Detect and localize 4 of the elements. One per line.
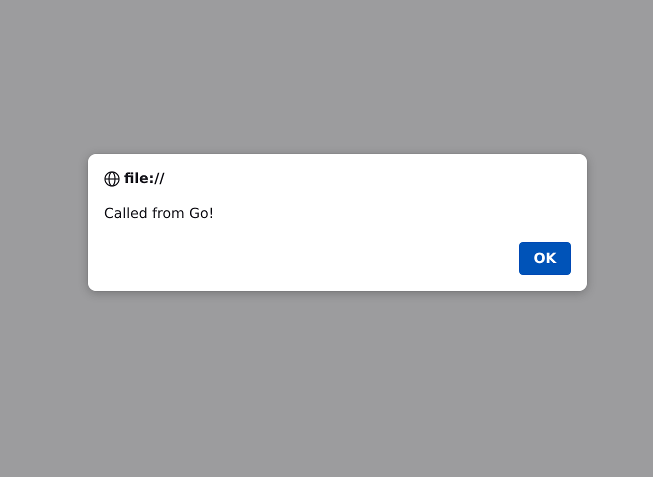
globe-icon [104, 171, 120, 187]
dialog-message: Called from Go! [104, 206, 216, 222]
dialog-origin: file:// [124, 171, 164, 187]
ok-button[interactable]: OK [519, 242, 571, 275]
